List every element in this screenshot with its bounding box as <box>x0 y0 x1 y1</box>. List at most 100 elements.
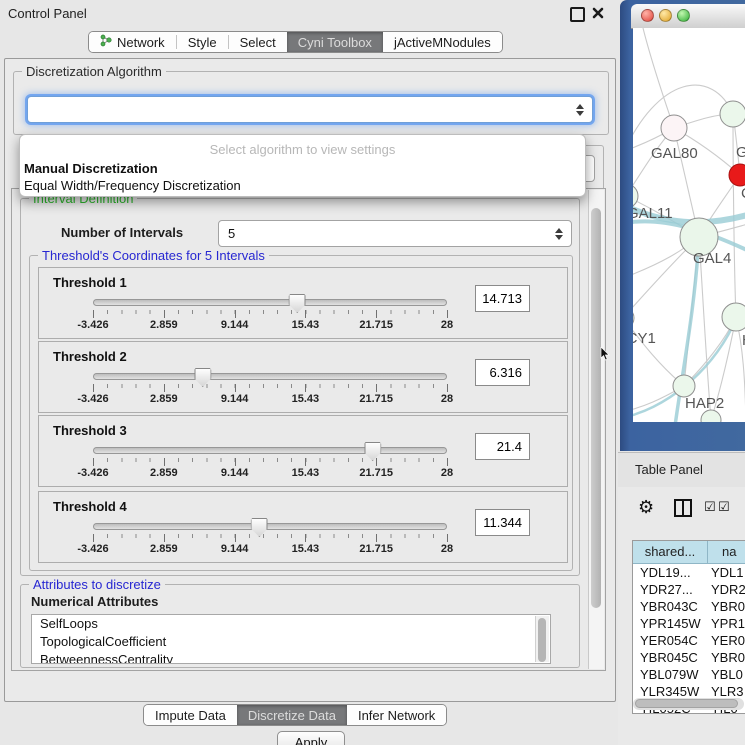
num-intervals-select[interactable]: 5 <box>218 220 572 247</box>
table-row[interactable]: YDR27...YDR2 <box>633 581 745 598</box>
slider-tick-labels: -3.426 2.859 9.144 15.43 21.715 28 <box>93 319 447 331</box>
threshold-panel: Threshold 4 -3.426 2.859 9.144 <box>38 491 568 563</box>
list-scrollbar <box>535 616 549 662</box>
tab-infer-network[interactable]: Infer Network <box>347 705 446 725</box>
scrollbar-thumb[interactable] <box>635 699 738 708</box>
table-row[interactable]: YDL19...YDL1 <box>633 564 745 581</box>
table-header-row: shared... na <box>633 541 745 564</box>
tab-discretize-data[interactable]: Discretize Data <box>237 705 347 725</box>
float-window-icon[interactable] <box>570 7 585 22</box>
attributes-list: SelfLoops TopologicalCoefficient Between… <box>31 614 551 664</box>
list-item[interactable]: BetweennessCentrality <box>32 651 550 664</box>
list-item[interactable]: TopologicalCoefficient <box>32 633 550 651</box>
settings-scrollpane: Interval Definition Number of Intervals … <box>11 188 606 671</box>
checkbox-icon[interactable]: ☑ <box>718 500 730 515</box>
node-gal80[interactable] <box>661 115 687 141</box>
slider-ticks <box>93 310 447 314</box>
interval-definition-group: Interval Definition Number of Intervals … <box>20 198 580 576</box>
tab-select[interactable]: Select <box>229 32 287 52</box>
combo-arrows-icon <box>555 228 563 240</box>
cyni-bottom-tabs: Impute Data Discretize Data Infer Networ… <box>143 704 447 726</box>
table-panel-title: Table Panel <box>635 462 703 477</box>
table-horizontal-scrollbar <box>633 698 744 710</box>
column-header[interactable]: na <box>708 541 745 563</box>
threshold-slider: -3.426 2.859 9.144 15.43 21.715 28 <box>93 268 447 338</box>
node-gcy1[interactable] <box>633 307 634 329</box>
table-row[interactable]: YBL079WYBL0 <box>633 666 745 683</box>
close-traffic-light[interactable] <box>641 9 654 22</box>
threshold-value-input[interactable] <box>475 359 530 386</box>
network-window-titlebar <box>631 4 745 29</box>
node-label: C <box>741 185 745 202</box>
close-icon[interactable] <box>591 6 605 20</box>
settings-scrollbar <box>588 190 604 669</box>
table-panel-titlebar: Table Panel <box>618 452 745 489</box>
group-title: Discretization Algorithm <box>22 64 166 79</box>
threshold-slider: -3.426 2.859 9.144 15.43 21.715 28 <box>93 416 447 486</box>
threshold-value-input[interactable] <box>475 433 530 460</box>
slider-ticks <box>93 534 447 538</box>
list-item[interactable]: SelfLoops <box>32 615 550 633</box>
table-panel-toolbar: ⚙ ☑ ☑ <box>618 495 745 527</box>
node-label: GAL80 <box>651 145 698 162</box>
minimize-traffic-light[interactable] <box>659 9 672 22</box>
apply-button[interactable]: Apply <box>277 731 345 745</box>
algorithm-select[interactable] <box>27 96 593 123</box>
node-h[interactable] <box>722 303 745 331</box>
node-hap2[interactable] <box>673 375 695 397</box>
tab-network[interactable]: Network <box>89 32 176 52</box>
num-intervals-label: Number of Intervals <box>61 225 183 240</box>
dropdown-option-equal-width[interactable]: Equal Width/Frequency Discretization <box>24 178 241 193</box>
node-table: shared... na YDL19...YDL1 YDR27...YDR2 Y… <box>632 540 745 714</box>
tab-cyni-toolbox[interactable]: Cyni Toolbox <box>287 32 383 52</box>
zoom-traffic-light[interactable] <box>677 9 690 22</box>
slider-tick-labels: -3.426 2.859 9.144 15.43 21.715 28 <box>93 467 447 479</box>
table-row[interactable]: YBR043CYBR0 <box>633 598 745 615</box>
app-root: Control Panel Network Style Select Cyni … <box>0 0 745 745</box>
panel-title: Control Panel <box>8 6 87 21</box>
threshold-panel: Threshold 2 -3.426 2.859 9.144 <box>38 341 568 413</box>
threshold-slider: -3.426 2.859 9.144 15.43 21.715 28 <box>93 342 447 412</box>
cyni-toolbox-panel: Discretization Algorithm Select algorith… <box>4 58 616 702</box>
scrollbar-thumb[interactable] <box>591 208 601 608</box>
dropdown-option-manual[interactable]: Manual Discretization <box>24 161 158 176</box>
numerical-attributes-label: Numerical Attributes <box>31 594 158 609</box>
slider-track[interactable] <box>93 523 447 530</box>
slider-ticks <box>93 458 447 462</box>
table-row[interactable]: YER054CYER0 <box>633 632 745 649</box>
node-top-right[interactable] <box>720 101 745 127</box>
scrollbar-thumb[interactable] <box>538 618 546 662</box>
network-icon <box>100 34 112 50</box>
tab-impute-data[interactable]: Impute Data <box>144 705 237 725</box>
tab-style[interactable]: Style <box>177 32 228 52</box>
slider-track[interactable] <box>93 447 447 454</box>
threshold-slider: -3.426 2.859 9.144 15.43 21.715 28 <box>93 492 447 562</box>
threshold-panel: Threshold 1 -3.426 2.859 9.144 <box>38 267 568 339</box>
column-header[interactable]: shared... <box>633 541 708 563</box>
num-intervals-value: 5 <box>219 226 555 241</box>
control-panel-tabs: Network Style Select Cyni Toolbox jActiv… <box>88 31 503 53</box>
control-panel-titlebar: Control Panel <box>0 0 618 26</box>
algorithm-dropdown-popup: Select algorithm to view settings Manual… <box>19 134 586 197</box>
thresholds-group: Threshold's Coordinates for 5 Intervals … <box>29 255 573 571</box>
threshold-panel: Threshold 3 -3.426 2.859 9.144 <box>38 415 568 487</box>
group-title: Attributes to discretize <box>29 577 165 592</box>
table-row[interactable]: YBR045CYBR0 <box>633 649 745 666</box>
slider-track[interactable] <box>93 373 447 380</box>
threshold-value-input[interactable] <box>475 509 530 536</box>
slider-track[interactable] <box>93 299 447 306</box>
node-label: GAL11 <box>633 205 673 222</box>
columns-icon[interactable] <box>674 499 692 517</box>
attributes-group: Attributes to discretize Numerical Attri… <box>20 584 580 668</box>
slider-tick-labels: -3.426 2.859 9.144 15.43 21.715 28 <box>93 543 447 555</box>
network-view-window[interactable]: GAL80 GA C GAL11 GAL4 GCY1 H HAP2 <box>620 0 745 451</box>
threshold-value-input[interactable] <box>475 285 530 312</box>
checkbox-icon[interactable]: ☑ <box>704 500 716 515</box>
dropdown-hint: Select algorithm to view settings <box>20 142 585 157</box>
tab-jactivemnodules[interactable]: jActiveMNodules <box>383 32 502 52</box>
table-row[interactable]: YPR145WYPR1 <box>633 615 745 632</box>
combo-arrows-icon <box>576 104 584 116</box>
group-title: Threshold's Coordinates for 5 Intervals <box>38 248 269 263</box>
gear-icon[interactable]: ⚙ <box>638 497 654 519</box>
network-canvas[interactable]: GAL80 GA C GAL11 GAL4 GCY1 H HAP2 <box>633 28 745 422</box>
